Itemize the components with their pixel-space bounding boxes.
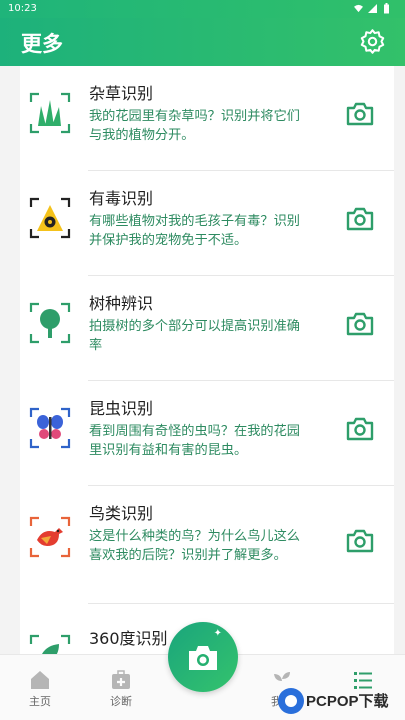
home-icon xyxy=(31,671,49,689)
medkit-icon xyxy=(112,670,130,689)
feature-list: 杂草识别 我的花园里有杂草吗？识别并将它们与我的植物分开。 有毒识别 有哪些植物… xyxy=(0,66,405,654)
item-title: 360度识别 xyxy=(89,629,168,648)
list-item-tree-id[interactable]: 树种辨识 拍摄树的多个部分可以提高识别准确率 xyxy=(20,276,394,381)
item-title: 杂草识别 xyxy=(89,84,154,103)
butterfly-icon xyxy=(29,407,71,449)
tree-icon xyxy=(29,302,71,344)
status-icons xyxy=(354,3,391,14)
watermark-text: PCPOP下载 xyxy=(306,693,389,710)
scan-camera-button[interactable]: ✦ xyxy=(168,622,238,692)
status-bar: 10:23 xyxy=(0,0,405,18)
tab-diagnose-label: 诊断 xyxy=(110,695,132,708)
battery-icon xyxy=(384,3,389,14)
item-title: 树种辨识 xyxy=(89,294,154,313)
settings-gear-icon[interactable] xyxy=(359,28,386,55)
page-title: 更多 xyxy=(21,32,63,56)
grass-icon xyxy=(29,92,71,134)
pcpop-logo-icon xyxy=(278,688,304,714)
list-item-bird-id[interactable]: 鸟类识别 这是什么种类的鸟？为什么鸟儿这么喜欢我的后院？识别并了解更多。 xyxy=(20,486,394,604)
tab-home[interactable]: 主页 xyxy=(10,669,70,709)
toxic-icon xyxy=(29,197,71,239)
item-description: 拍摄树的多个部分可以提高识别准确率 xyxy=(89,319,300,353)
sparkle-icon: ✦ xyxy=(213,628,222,639)
item-description: 看到周围有奇怪的虫吗？在我的花园里识别有益和有害的昆虫。 xyxy=(89,424,300,458)
camera-icon[interactable] xyxy=(345,309,375,339)
watermark-logo: PCPOP下载 xyxy=(276,684,405,720)
wifi-icon xyxy=(354,4,363,13)
signal-icon xyxy=(368,4,377,13)
item-title: 昆虫识别 xyxy=(89,399,154,418)
camera-icon[interactable] xyxy=(345,414,375,444)
tab-home-label: 主页 xyxy=(29,695,51,708)
item-title: 鸟类识别 xyxy=(89,504,154,523)
item-description: 有哪些植物对我的毛孩子有毒？识别并保护我的宠物免于不适。 xyxy=(89,214,300,248)
leaf-icon xyxy=(29,634,71,654)
tab-diagnose[interactable]: 诊断 xyxy=(91,669,151,709)
list-item-insect-id[interactable]: 昆虫识别 看到周围有奇怪的虫吗？在我的花园里识别有益和有害的昆虫。 xyxy=(20,381,394,486)
list-item-weed-id[interactable]: 杂草识别 我的花园里有杂草吗？识别并将它们与我的植物分开。 xyxy=(20,66,394,171)
camera-icon[interactable] xyxy=(345,99,375,129)
bird-icon xyxy=(29,516,71,558)
camera-icon[interactable] xyxy=(345,526,375,556)
item-title: 有毒识别 xyxy=(89,189,154,208)
item-description: 这是什么种类的鸟？为什么鸟儿这么喜欢我的后院？识别并了解更多。 xyxy=(89,529,300,563)
status-time: 10:23 xyxy=(8,3,37,14)
camera-icon xyxy=(189,646,217,670)
camera-icon[interactable] xyxy=(345,204,375,234)
item-description: 我的花园里有杂草吗？识别并将它们与我的植物分开。 xyxy=(89,109,300,143)
app-bar: 更多 xyxy=(0,18,405,66)
list-item-toxic-id[interactable]: 有毒识别 有哪些植物对我的毛孩子有毒？识别并保护我的宠物免于不适。 xyxy=(20,171,394,276)
